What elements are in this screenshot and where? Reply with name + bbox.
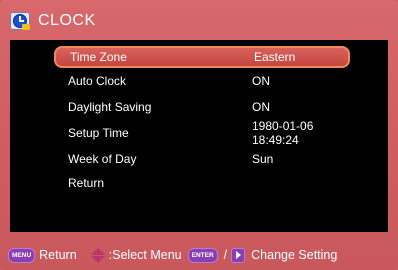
clock-icon [10, 12, 30, 30]
menu-item-week-of-day[interactable]: Week of Day Sun [54, 149, 354, 169]
menu-item-label: Setup Time [68, 126, 129, 140]
menu-item-value: 1980-01-06 18:49:24 [252, 119, 314, 147]
return-hint: Return [39, 248, 77, 262]
footer-hints: MENU Return :Select Menu ENTER / Change … [8, 244, 337, 266]
slash-separator: / [223, 248, 228, 262]
menu-item-label: Daylight Saving [68, 100, 152, 114]
enter-key-icon: ENTER [187, 247, 218, 263]
select-menu-hint: :Select Menu [108, 248, 182, 262]
osd-window: CLOCK Time Zone Eastern Auto Clock ON Da… [0, 0, 398, 270]
menu-item-label: Return [68, 176, 105, 190]
up-down-arrows-icon [90, 247, 105, 263]
change-setting-hint: Change Setting [251, 248, 338, 262]
menu-item-value: Sun [252, 152, 274, 166]
header: CLOCK [10, 8, 96, 34]
menu-item-auto-clock[interactable]: Auto Clock ON [54, 71, 354, 91]
menu-item-daylight-saving[interactable]: Daylight Saving ON [54, 97, 354, 117]
menu-item-time-zone[interactable]: Time Zone Eastern [54, 46, 350, 68]
menu-panel: Time Zone Eastern Auto Clock ON Daylight… [10, 40, 388, 232]
menu-item-label: Time Zone [70, 50, 127, 64]
menu-item-value: ON [252, 74, 270, 88]
menu-item-label: Week of Day [68, 152, 137, 166]
menu-item-value: Eastern [254, 50, 296, 64]
menu-item-setup-time[interactable]: Setup Time 1980-01-06 18:49:24 [54, 119, 354, 147]
page-title: CLOCK [38, 12, 96, 29]
right-arrow-icon [231, 247, 246, 263]
menu-item-value: ON [252, 100, 270, 114]
menu-item-return[interactable]: Return [54, 173, 354, 193]
menu-item-label: Auto Clock [68, 74, 127, 88]
menu-key-icon: MENU [8, 247, 36, 263]
